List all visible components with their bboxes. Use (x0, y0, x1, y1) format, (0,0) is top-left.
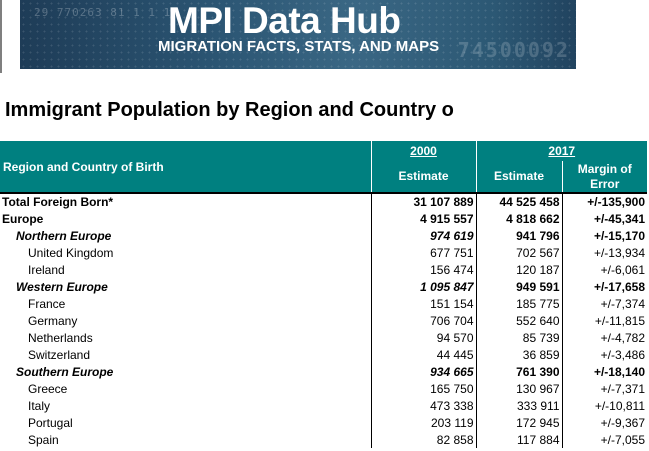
table-row: Northern Europe 974 619 941 796 +/-15,17… (0, 227, 647, 244)
margin-of-error-cell: +/-10,811 (561, 397, 647, 414)
table-row: Western Europe 1 095 847 949 591 +/-17,6… (0, 278, 647, 295)
banner-decoration-numbers: 74500092 (457, 38, 570, 62)
table-row: United Kingdom 677 751 702 567 +/-13,934 (0, 244, 647, 261)
margin-of-error-cell: +/-3,486 (561, 346, 647, 363)
estimate-2017-cell: 4 818 662 (475, 210, 562, 227)
margin-of-error-cell: +/-9,367 (561, 414, 647, 431)
margin-of-error-cell: +/-13,934 (561, 244, 647, 261)
estimate-2017-cell: 120 187 (475, 261, 562, 278)
estimate-2000-cell: 1 095 847 (370, 278, 476, 295)
table-row: Italy 473 338 333 911 +/-10,811 (0, 397, 647, 414)
margin-of-error-cell: +/-18,140 (561, 363, 647, 380)
margin-of-error-cell: +/-4,782 (561, 329, 647, 346)
estimate-2017-cell: 552 640 (475, 312, 562, 329)
estimate-2000-cell: 151 154 (370, 295, 476, 312)
row-name: Ireland (28, 262, 65, 277)
estimate-2017-cell: 702 567 (475, 244, 562, 261)
estimate-2000-header: Estimate (371, 161, 477, 193)
estimate-2017-cell: 949 591 (475, 278, 562, 295)
table-row: Southern Europe 934 665 761 390 +/-18,14… (0, 363, 647, 380)
estimate-2017-cell: 44 525 458 (475, 192, 562, 210)
margin-of-error-cell: +/-6,061 (561, 261, 647, 278)
estimate-2000-cell: 706 704 (370, 312, 476, 329)
estimate-2000-cell: 473 338 (370, 397, 476, 414)
margin-of-error-cell: +/-15,170 (561, 227, 647, 244)
row-name: Western Europe (16, 279, 108, 294)
page-title: Immigrant Population by Region and Count… (5, 99, 454, 121)
table-row: Greece 165 750 130 967 +/-7,371 (0, 380, 647, 397)
banner-title: MPI Data Hub (168, 0, 401, 41)
row-name: United Kingdom (28, 245, 114, 260)
estimate-2000-cell: 94 570 (370, 329, 476, 346)
year-2017-header: 2017 (476, 141, 647, 161)
estimate-2000-cell: 203 119 (370, 414, 476, 431)
row-name: Greece (28, 381, 68, 396)
margin-of-error-cell: +/-17,658 (561, 278, 647, 295)
table-row: Total Foreign Born* 31 107 889 44 525 45… (0, 192, 647, 210)
estimate-2017-cell: 130 967 (475, 380, 562, 397)
estimate-2000-cell: 677 751 (370, 244, 476, 261)
margin-of-error-cell: +/-7,055 (561, 431, 647, 448)
estimate-2000-cell: 31 107 889 (370, 192, 476, 210)
table-row: Ireland 156 474 120 187 +/-6,061 (0, 261, 647, 278)
estimate-2017-cell: 941 796 (475, 227, 562, 244)
table-row: France 151 154 185 775 +/-7,374 (0, 295, 647, 312)
estimate-2017-cell: 172 945 (475, 414, 562, 431)
banner-decoration: 29 770263 81 1 1 1 (34, 6, 172, 19)
row-name: Switzerland (28, 347, 91, 362)
table-row: Spain 82 858 117 884 +/-7,055 (0, 431, 647, 448)
left-rule (0, 0, 2, 73)
margin-of-error-header: Margin of Error (562, 161, 647, 193)
region-country-header: Region and Country of Birth (0, 141, 372, 193)
banner-subtitle: MIGRATION FACTS, STATS, AND MAPS (158, 38, 440, 55)
table-row: Germany 706 704 552 640 +/-11,815 (0, 312, 647, 329)
row-name: Total Foreign Born* (0, 192, 371, 210)
year-2000-header: 2000 (371, 141, 477, 161)
margin-of-error-cell: +/-7,371 (561, 380, 647, 397)
row-name: Europe (2, 211, 44, 226)
row-name: Netherlands (28, 330, 93, 345)
estimate-2000-cell: 44 445 (370, 346, 476, 363)
margin-of-error-cell: +/-45,341 (561, 210, 647, 227)
margin-of-error-cell: +/-7,374 (561, 295, 647, 312)
table-row: Netherlands 94 570 85 739 +/-4,782 (0, 329, 647, 346)
mpi-banner[interactable]: 29 770263 81 1 1 1 74500092 MPI Data Hub… (20, 0, 576, 69)
table-row: Europe 4 915 557 4 818 662 +/-45,341 (0, 210, 647, 227)
estimate-2017-header: Estimate (476, 161, 563, 193)
table-row: Portugal 203 119 172 945 +/-9,367 (0, 414, 647, 431)
estimate-2017-cell: 85 739 (475, 329, 562, 346)
estimate-2017-cell: 333 911 (475, 397, 562, 414)
row-name: Portugal (28, 415, 73, 430)
estimate-2017-cell: 36 859 (475, 346, 562, 363)
immigrant-population-table: Region and Country of Birth 2000 2017 Es… (0, 141, 647, 448)
row-name: France (28, 296, 66, 311)
row-name: Italy (28, 398, 51, 413)
estimate-2017-cell: 761 390 (475, 363, 562, 380)
table-row: Switzerland 44 445 36 859 +/-3,486 (0, 346, 647, 363)
estimate-2000-cell: 156 474 (370, 261, 476, 278)
estimate-2000-cell: 934 665 (370, 363, 476, 380)
row-name: Southern Europe (16, 364, 114, 379)
estimate-2017-cell: 117 884 (475, 431, 562, 448)
row-name: Germany (28, 313, 78, 328)
margin-of-error-cell: +/-135,900 (561, 192, 647, 210)
estimate-2000-cell: 4 915 557 (370, 210, 476, 227)
estimate-2000-cell: 165 750 (370, 380, 476, 397)
row-name: Northern Europe (16, 228, 112, 243)
margin-of-error-cell: +/-11,815 (561, 312, 647, 329)
estimate-2000-cell: 82 858 (370, 431, 476, 448)
row-name: Spain (28, 432, 59, 447)
estimate-2000-cell: 974 619 (370, 227, 476, 244)
estimate-2017-cell: 185 775 (475, 295, 562, 312)
